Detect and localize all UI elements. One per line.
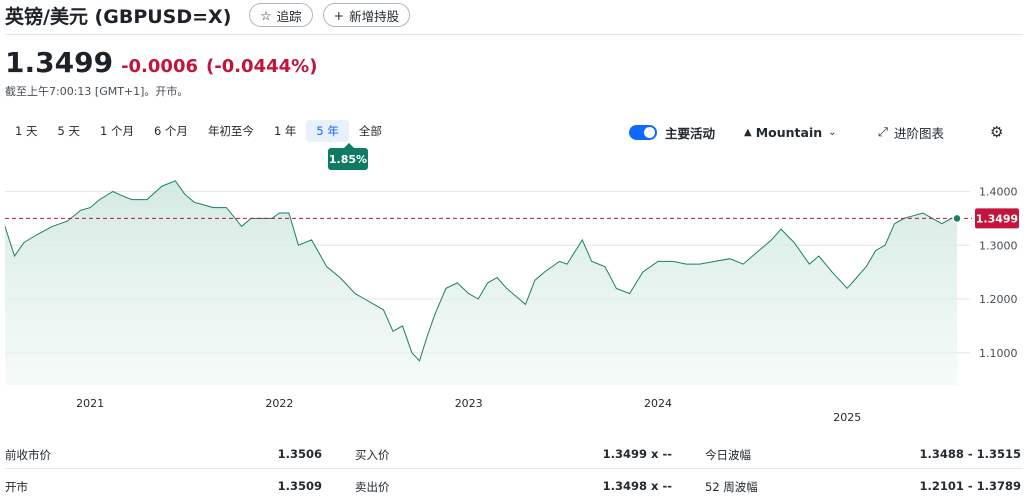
stat-label: 开市	[5, 480, 28, 494]
y-tick-label: 1.2000	[979, 293, 1018, 306]
price-change: -0.0006	[121, 56, 198, 77]
stat-label: 前收市价	[5, 448, 51, 462]
x-tick-label: 2024	[644, 397, 672, 410]
stats-row: 前收市价 1.3506 买入价 1.3499 x -- 今日波幅 1.3488 …	[0, 443, 1031, 465]
stats-divider	[5, 468, 1023, 469]
range-return-badge: 1.85%	[328, 143, 368, 170]
x-tick-label: 2022	[265, 397, 293, 410]
current-price: 1.3499	[5, 46, 114, 79]
stat-value: 1.3499 x --	[602, 447, 672, 461]
toggle-switch[interactable]	[629, 124, 657, 140]
stat-value: 1.2101 - 1.3789	[919, 479, 1021, 493]
range-tab-6m[interactable]: 6 个月	[144, 120, 198, 142]
range-tab-1d[interactable]: 1 天	[5, 120, 47, 142]
quote-header: 英镑/美元 (GBPUSD=X) ☆ 追踪 + 新增持股	[5, 0, 411, 30]
price-chart[interactable]: 1.4000 1.3000 1.2000 1.1000 2021 2022 2023 202…	[0, 170, 1031, 432]
chevron-down-icon: ⌄	[828, 126, 837, 138]
as-of-time: 截至上午7:00:13 [GMT+1]。开市。	[5, 85, 189, 98]
stat-label: 卖出价	[355, 480, 390, 494]
chart-type-label: Mountain	[755, 124, 823, 140]
stat-value: 1.3509	[277, 479, 322, 493]
range-tab-ytd[interactable]: 年初至今	[198, 120, 264, 142]
y-tick-label: 1.4000	[979, 186, 1018, 199]
plus-icon: +	[333, 7, 345, 23]
gear-icon: ⚙	[990, 123, 1004, 141]
x-tick-label: 2023	[455, 397, 483, 410]
x-tick-label: 2025	[833, 411, 861, 424]
x-tick-label: 2021	[76, 397, 104, 410]
stat-value: 1.3506	[277, 447, 322, 461]
mountain-icon: ▲	[744, 126, 752, 138]
follow-label: 追踪	[276, 8, 302, 24]
range-tab-1y[interactable]: 1 年	[264, 120, 306, 142]
price-change-percent: (-0.0444%)	[206, 56, 318, 77]
advanced-chart-label: 进阶图表	[894, 125, 945, 141]
header-divider	[5, 34, 1023, 35]
chart-type-select[interactable]: ▲ Mountain ⌄	[744, 121, 837, 143]
key-events-toggle[interactable]: 主要活动	[629, 121, 715, 143]
range-tab-5d[interactable]: 5 天	[47, 120, 89, 142]
key-events-label: 主要活动	[665, 125, 716, 141]
price-row: 1.3499 -0.0006 (-0.0444%)	[5, 46, 317, 79]
stats-row: 开市 1.3509 卖出价 1.3498 x -- 52 周波幅 1.2101 …	[0, 475, 1031, 497]
stat-value: 1.3488 - 1.3515	[919, 447, 1021, 461]
range-tab-all[interactable]: 全部	[349, 120, 392, 142]
advanced-chart-button[interactable]: ⤢ 进阶图表	[878, 121, 944, 143]
expand-icon: ⤢	[878, 124, 889, 139]
star-icon: ☆	[260, 7, 272, 23]
range-tabs: 1 天 5 天 1 个月 6 个月 年初至今 1 年 5 年 全部	[5, 120, 392, 142]
page-title: 英镑/美元 (GBPUSD=X)	[5, 5, 232, 28]
add-holding-button[interactable]: + 新增持股	[322, 3, 411, 27]
y-tick-label: 1.1000	[979, 347, 1018, 360]
stat-label: 买入价	[355, 448, 390, 462]
range-tab-5y[interactable]: 5 年	[306, 120, 349, 142]
current-price-tag-label: 1.3499	[976, 212, 1018, 225]
range-tab-1m[interactable]: 1 个月	[90, 120, 144, 142]
add-holding-label: 新增持股	[349, 8, 400, 24]
chart-settings-button[interactable]: ⚙	[990, 121, 1003, 143]
y-tick-label: 1.3000	[979, 239, 1018, 252]
stat-label: 今日波幅	[705, 448, 751, 462]
stat-label: 52 周波幅	[705, 480, 758, 494]
follow-button[interactable]: ☆ 追踪	[249, 3, 313, 27]
current-price-dot	[952, 213, 962, 224]
price-area-fill	[5, 180, 957, 385]
stat-value: 1.3498 x --	[602, 479, 672, 493]
